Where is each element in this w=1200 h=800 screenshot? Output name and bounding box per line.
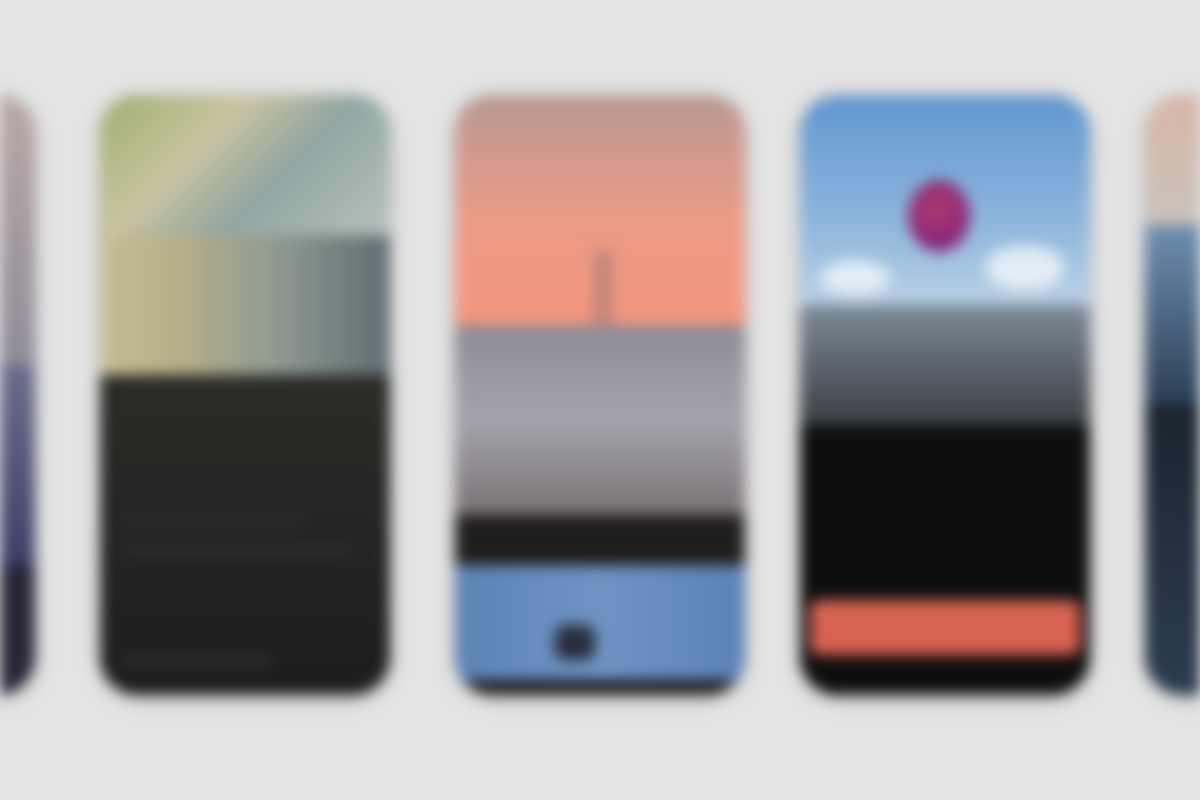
screenshot-carousel bbox=[0, 0, 1200, 800]
phone-screen-garden[interactable] bbox=[100, 95, 390, 695]
content-panel bbox=[100, 375, 390, 695]
phone-screen-left-partial[interactable] bbox=[0, 95, 35, 695]
phone-screen-sunset[interactable] bbox=[455, 95, 745, 695]
divider-band bbox=[455, 515, 745, 565]
bottom-bar bbox=[455, 680, 745, 695]
landscape-photo bbox=[800, 305, 1090, 425]
primary-action-button[interactable] bbox=[810, 600, 1080, 655]
text-placeholder bbox=[122, 545, 352, 555]
text-placeholder bbox=[122, 655, 272, 665]
hot-air-balloon-image bbox=[908, 180, 970, 252]
photo-region bbox=[1145, 225, 1200, 405]
cloud bbox=[985, 245, 1065, 290]
content-panel bbox=[1145, 405, 1200, 695]
water-photo bbox=[455, 565, 745, 680]
phone-screen-right-partial[interactable] bbox=[1145, 95, 1200, 695]
cloud bbox=[820, 260, 890, 295]
hero-photo bbox=[100, 95, 390, 235]
hero-photo-lower bbox=[100, 235, 390, 375]
phone-screen-balloon[interactable] bbox=[800, 95, 1090, 695]
photo-region bbox=[0, 365, 35, 565]
photo-region bbox=[0, 95, 35, 365]
text-placeholder bbox=[122, 515, 302, 525]
photo-region bbox=[1145, 95, 1200, 225]
content-panel bbox=[0, 565, 35, 695]
boat-silhouette bbox=[555, 625, 595, 660]
city-photo bbox=[455, 325, 745, 515]
